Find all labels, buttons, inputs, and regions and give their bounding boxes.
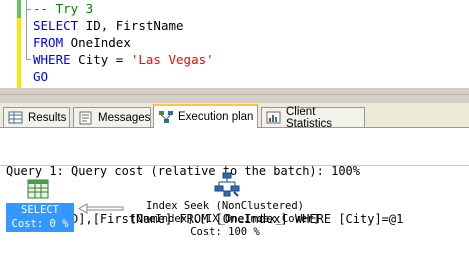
tab-label: Messages [98,111,151,124]
statistics-icon [266,111,282,125]
tab-label: Client Statistics [286,105,333,130]
grid-icon [8,111,24,125]
seek-cost: Cost: 100 % [190,226,260,238]
code-line-comment[interactable]: -- Try 3 [33,0,93,17]
outline-tick [26,9,31,10]
plan-divider [0,165,469,166]
select-result-icon[interactable] [27,179,49,199]
code-text: City = [70,52,131,67]
select-node[interactable]: SELECT Cost: 0 % [6,203,74,232]
keyword: SELECT [33,18,79,33]
keyword: FROM [33,35,64,50]
tab-label: Execution plan [178,111,254,123]
keyword: GO [33,69,49,84]
outline-tick [26,59,31,60]
execution-plan-icon [158,110,174,124]
tab-execution-plan[interactable]: Execution plan [153,104,258,128]
tab-results[interactable]: Results [3,107,70,127]
seek-operator: Index Seek (NonClustered) [145,200,305,212]
saved-change-margin [17,0,21,18]
messages-icon [78,111,94,125]
code-line-go[interactable]: GO [33,68,48,85]
splitter-line [0,94,469,95]
tab-client-statistics[interactable]: Client Statistics [261,105,365,130]
code-text: ID, FirstName [78,18,184,33]
tab-messages[interactable]: Messages [73,107,151,127]
index-seek-node[interactable]: Index Seek (NonClustered) [OneIndex].[IX… [110,200,340,239]
code-line-from[interactable]: FROM OneIndex [33,34,131,51]
code-text: OneIndex [63,35,131,50]
query-editor[interactable]: -- Try 3 SELECT ID, FirstName FROM OneIn… [0,0,469,88]
string-literal: 'Las Vegas' [130,52,214,67]
seek-object: [OneIndex].[IX_OneIndex_Cover] [130,213,320,225]
select-node-label: SELECT [21,204,59,216]
pane-splitter[interactable] [0,88,469,103]
code-line-where[interactable]: WHERE City = 'Las Vegas' [33,51,214,68]
tab-label: Results [28,111,67,124]
select-node-cost: Cost: 0 % [11,218,69,230]
code-line-select[interactable]: SELECT ID, FirstName [33,17,184,34]
index-seek-icon[interactable] [214,172,240,198]
keyword: WHERE [33,52,71,67]
